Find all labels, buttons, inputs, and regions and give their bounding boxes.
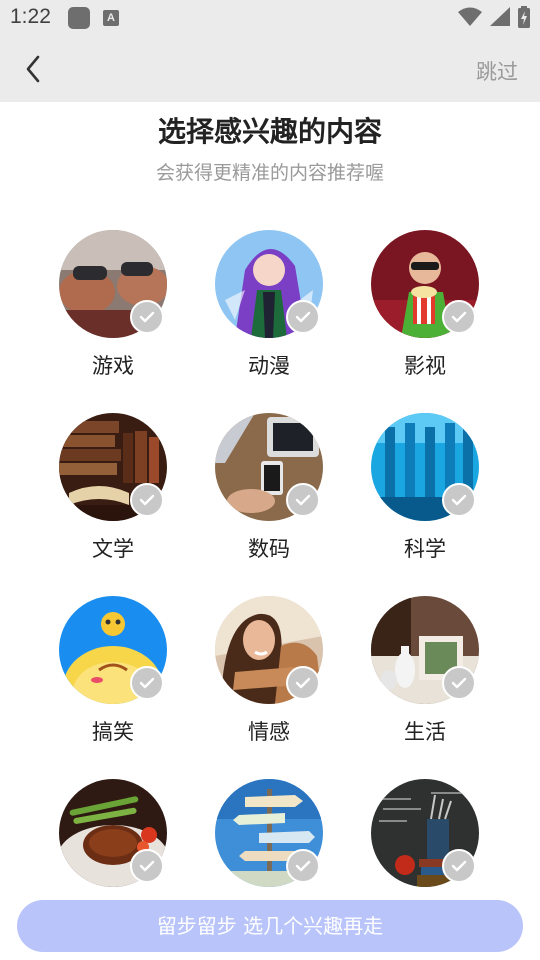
interest-item-emotion[interactable]: 情感 xyxy=(194,596,344,756)
check-badge-icon xyxy=(130,483,164,517)
check-badge-icon xyxy=(286,300,320,334)
interest-label: 数码 xyxy=(248,537,290,561)
interest-label: 动漫 xyxy=(248,354,290,378)
check-badge-icon xyxy=(442,666,476,700)
check-badge-icon xyxy=(442,300,476,334)
interest-label: 科学 xyxy=(404,537,446,561)
check-badge-icon xyxy=(286,849,320,883)
interest-item-literature[interactable]: 文学 xyxy=(38,413,188,573)
submit-interests-button[interactable]: 留步留步 选几个兴趣再走 xyxy=(17,900,523,952)
interest-item-game[interactable]: 游戏 xyxy=(38,230,188,390)
check-badge-icon xyxy=(130,666,164,700)
interest-label: 影视 xyxy=(404,354,446,378)
interest-grid: 游戏 动漫 影视 文学 数码 科学 搞笑 情感 生活 xyxy=(0,0,540,960)
interest-label: 生活 xyxy=(404,720,446,744)
check-badge-icon xyxy=(286,483,320,517)
check-badge-icon xyxy=(130,849,164,883)
interest-item-life[interactable]: 生活 xyxy=(350,596,500,756)
interest-item-funny[interactable]: 搞笑 xyxy=(38,596,188,756)
interest-item-science[interactable]: 科学 xyxy=(350,413,500,573)
interest-label: 情感 xyxy=(248,720,290,744)
check-badge-icon xyxy=(442,849,476,883)
interest-item-digital[interactable]: 数码 xyxy=(194,413,344,573)
interest-item-anime[interactable]: 动漫 xyxy=(194,230,344,390)
interest-label: 游戏 xyxy=(92,354,134,378)
check-badge-icon xyxy=(286,666,320,700)
interest-item-film[interactable]: 影视 xyxy=(350,230,500,390)
interest-label: 文学 xyxy=(92,537,134,561)
interest-label: 搞笑 xyxy=(92,720,134,744)
check-badge-icon xyxy=(130,300,164,334)
check-badge-icon xyxy=(442,483,476,517)
